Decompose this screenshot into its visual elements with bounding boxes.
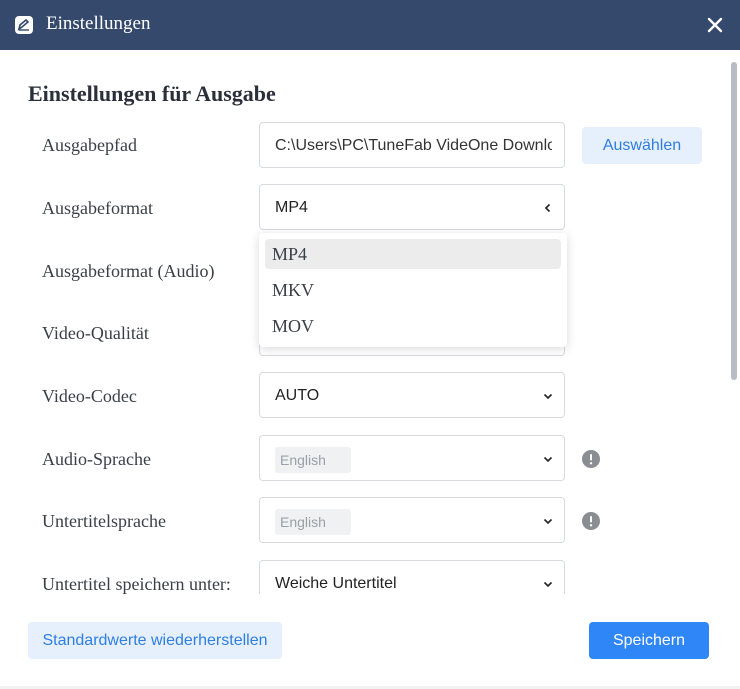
dropdown-option-mkv[interactable]: MKV <box>265 275 561 305</box>
window-title: Einstellungen <box>46 13 151 34</box>
save-button[interactable]: Speichern <box>589 622 709 659</box>
title-bar: Einstellungen <box>0 0 740 50</box>
output-path-label: Ausgabepfad <box>42 135 137 155</box>
reset-defaults-button[interactable]: Standardwerte wiederherstellen <box>28 622 282 659</box>
app-logo-icon <box>15 16 33 34</box>
info-icon[interactable] <box>582 512 600 530</box>
video-codec-label: Video-Codec <box>42 386 137 406</box>
chevron-down-icon <box>543 581 553 588</box>
output-format-dropdown: MP4 MKV MOV <box>259 233 567 347</box>
info-icon[interactable] <box>582 450 600 468</box>
chevron-left-icon <box>544 203 551 213</box>
output-path-input[interactable]: C:\Users\PC\TuneFab VideOne Downloader <box>259 122 565 168</box>
audio-language-select[interactable]: English <box>259 435 565 481</box>
scroll-clip: Untertitel speichern unter: Weiche Unter… <box>0 558 730 594</box>
subtitle-language-select[interactable]: English <box>259 497 565 543</box>
video-codec-select[interactable]: AUTO <box>259 372 565 418</box>
video-codec-value: AUTO <box>275 387 320 404</box>
output-format-select[interactable]: MP4 <box>259 184 565 230</box>
subtitle-save-as-select[interactable]: Weiche Untertitel <box>259 560 565 594</box>
subtitle-language-tag: English <box>275 509 351 535</box>
dropdown-option-mov[interactable]: MOV <box>265 311 561 341</box>
audio-language-tag: English <box>275 447 351 473</box>
dropdown-option-mp4[interactable]: MP4 <box>265 239 561 269</box>
video-quality-label: Video-Qualität <box>42 323 149 343</box>
chevron-down-icon <box>543 456 553 463</box>
output-format-label: Ausgabeformat <box>42 198 153 218</box>
subtitle-save-as-label: Untertitel speichern unter: <box>42 574 231 594</box>
output-path-value: C:\Users\PC\TuneFab VideOne Downloader <box>275 137 552 154</box>
scrollbar[interactable] <box>731 62 737 380</box>
subtitle-save-as-value: Weiche Untertitel <box>275 575 397 592</box>
chevron-down-icon <box>543 518 553 525</box>
output-format-value: MP4 <box>275 199 308 216</box>
browse-button[interactable]: Auswählen <box>582 127 702 164</box>
chevron-down-icon <box>543 393 553 400</box>
close-icon[interactable] <box>704 14 726 36</box>
output-format-audio-label: Ausgabeformat (Audio) <box>42 261 215 281</box>
section-title: Einstellungen für Ausgabe <box>28 81 276 106</box>
audio-language-label: Audio-Sprache <box>42 449 151 469</box>
subtitle-language-label: Untertitelsprache <box>42 511 166 531</box>
